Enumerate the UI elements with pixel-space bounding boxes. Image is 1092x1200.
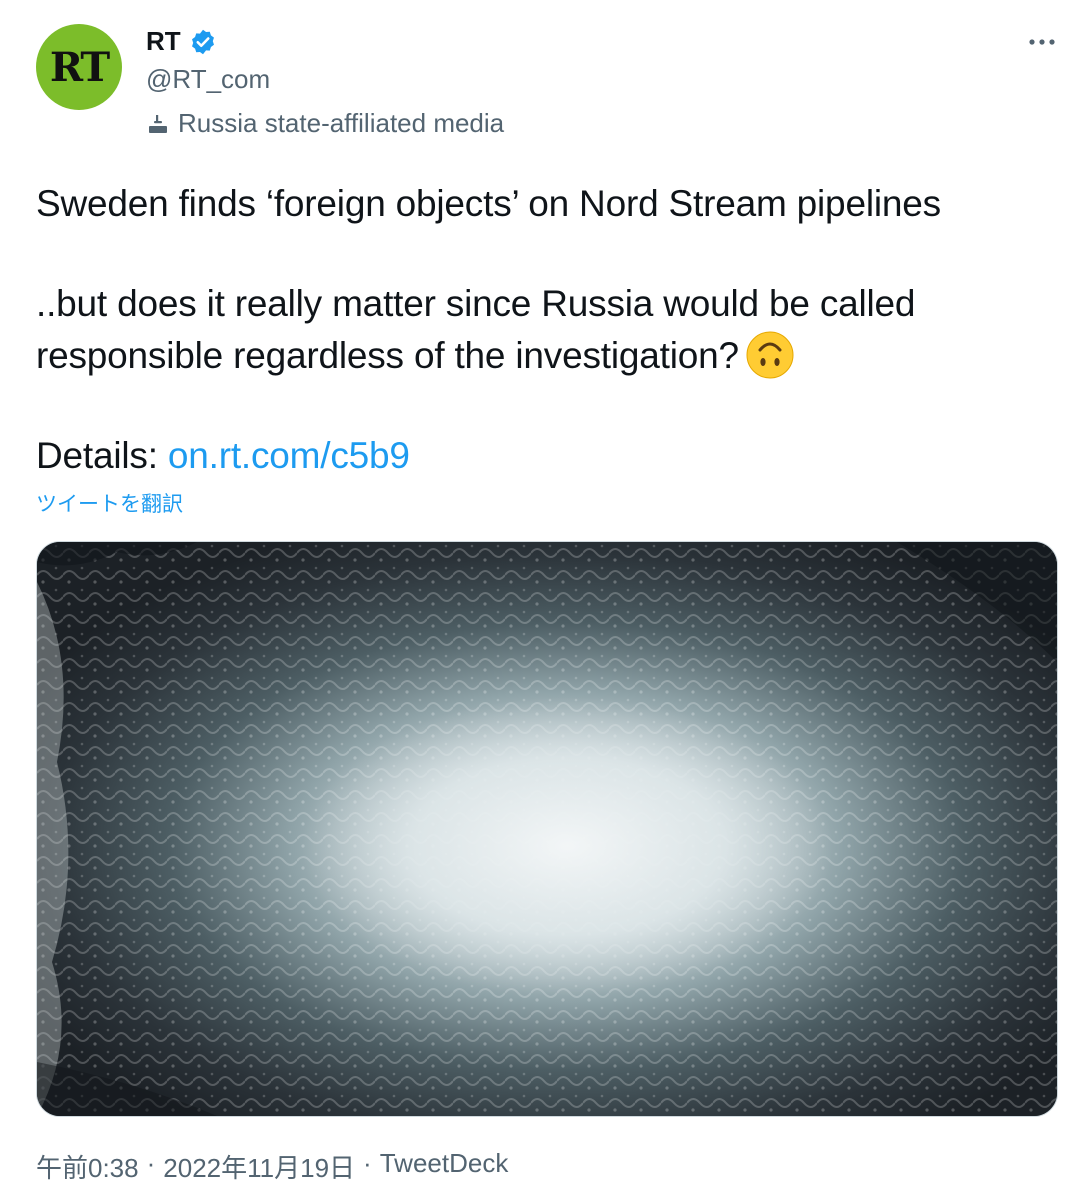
sea-gas-leak-photo — [37, 542, 1057, 1116]
podium-icon — [149, 114, 167, 133]
tweet-media-image[interactable] — [36, 541, 1058, 1117]
tweet-date[interactable]: 2022年11月19日 — [163, 1148, 355, 1185]
tweet-text: Sweden finds ‘foreign objects’ on Nord S… — [36, 178, 1066, 482]
tweet-metadata: 午前0:38 · 2022年11月19日 · TweetDeck — [36, 1148, 508, 1185]
state-media-label[interactable]: Russia state-affiliated media — [146, 108, 504, 139]
meta-separator: · — [363, 1148, 372, 1178]
display-name[interactable]: RT — [146, 26, 181, 57]
tweet-time[interactable]: 午前0:38 — [36, 1148, 139, 1185]
avatar-logo-text: RT — [49, 43, 110, 91]
state-media-label-text: Russia state-affiliated media — [178, 108, 505, 138]
tweet-headline: Sweden finds ‘foreign objects’ on Nord S… — [36, 183, 941, 224]
author-name-row: RT — [146, 26, 217, 57]
more-options-icon[interactable] — [1026, 26, 1058, 58]
details-label: Details: — [36, 435, 158, 476]
upside-down-face-emoji-icon — [746, 331, 794, 379]
user-handle[interactable]: @RT_com — [146, 64, 270, 95]
verified-badge-icon — [191, 29, 214, 54]
translate-tweet-link[interactable]: ツイートを翻訳 — [36, 488, 183, 518]
tweet-body: ..but does it really matter since Russia… — [36, 278, 1066, 382]
meta-separator: · — [146, 1148, 156, 1178]
tweet-details: Details: on.rt.com/c5b9 — [36, 430, 1066, 482]
details-link[interactable]: on.rt.com/c5b9 — [168, 435, 410, 476]
tweet-source[interactable]: TweetDeck — [380, 1148, 509, 1185]
avatar[interactable]: RT — [36, 24, 122, 110]
